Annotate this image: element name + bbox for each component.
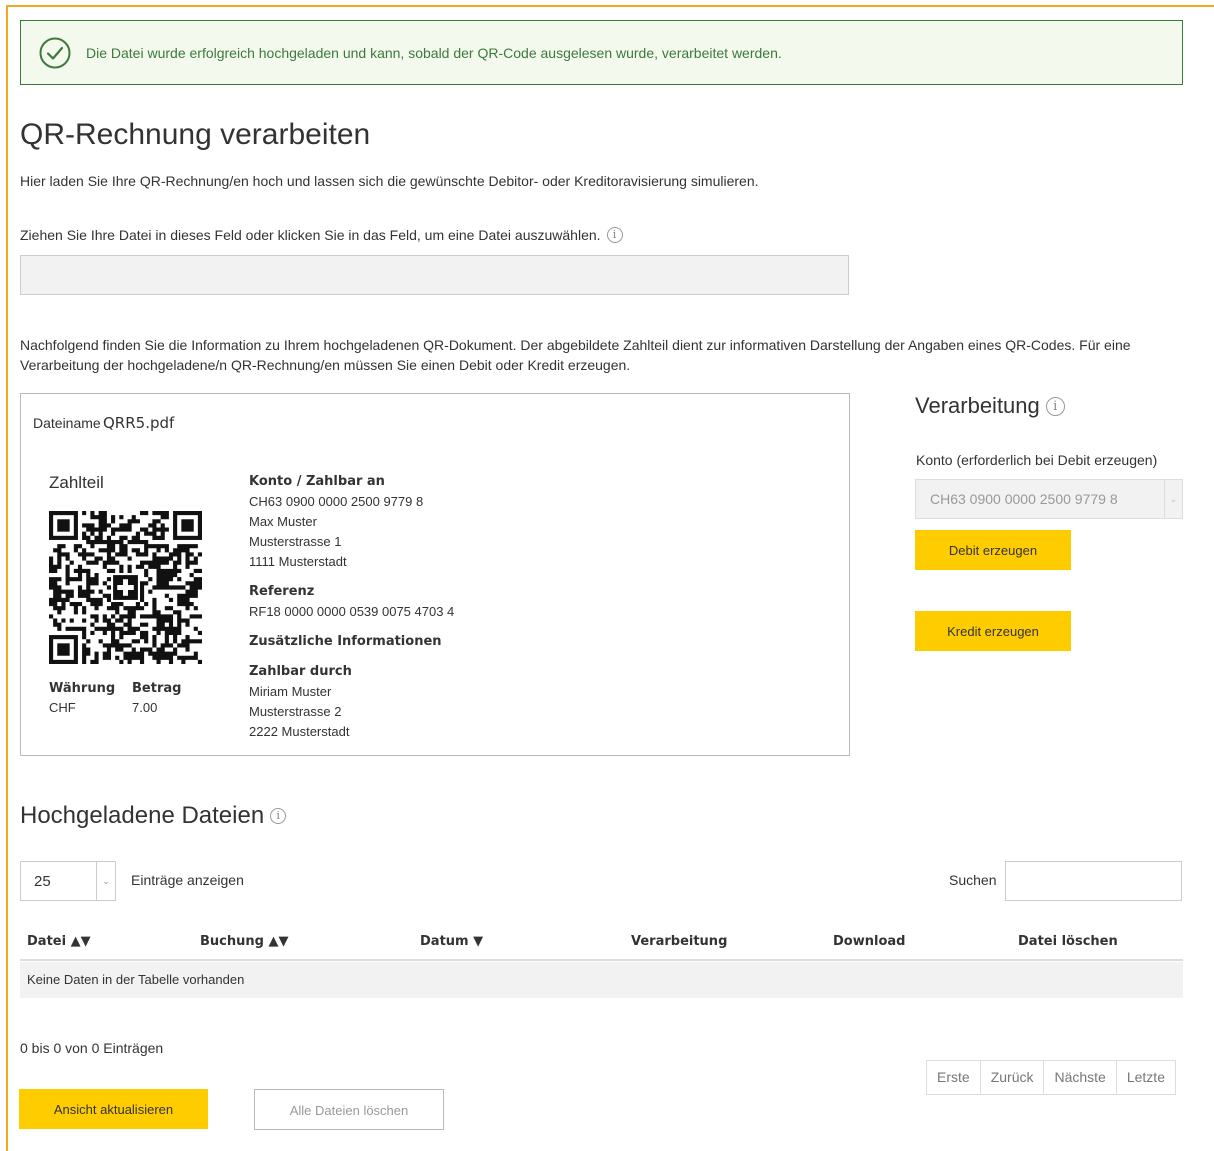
payer-line: Musterstrasse 2 <box>249 704 342 719</box>
qr-code <box>49 511 202 664</box>
alert-message: Die Datei wurde erfolgreich hochgeladen … <box>86 44 782 61</box>
account-heading: Konto / Zahlbar an <box>249 474 385 489</box>
success-alert: Die Datei wurde erfolgreich hochgeladen … <box>20 20 1183 85</box>
page-intro: Hier laden Sie Ihre QR-Rechnung/en hoch … <box>20 173 759 189</box>
delete-all-files-button[interactable]: Alle Dateien löschen <box>254 1089 444 1130</box>
payer-line: 2222 Musterstadt <box>249 724 350 739</box>
reference-heading: Referenz <box>249 584 315 599</box>
dropzone-label: Ziehen Sie Ihre Datei in dieses Feld ode… <box>20 227 623 243</box>
pagination-previous[interactable]: Zurück <box>981 1061 1045 1094</box>
frame-top-border <box>6 5 1214 7</box>
chevron-down-icon: ⌄ <box>1164 480 1182 518</box>
document-description: Nachfolgend finden Sie die Information z… <box>20 337 1131 373</box>
account-select[interactable]: CH63 0900 0000 2500 9779 8 ⌄ <box>915 479 1183 519</box>
processing-title-text: Verarbeitung <box>915 393 1040 418</box>
currency-value: CHF <box>49 700 76 715</box>
page-length-label: Einträge anzeigen <box>131 872 244 888</box>
table-header: Datei ▲▼ Buchung ▲▼ Datum ▼ Verarbeitung… <box>20 925 1183 961</box>
payment-info: Konto / Zahlbar an CH63 0900 0000 2500 9… <box>249 472 454 742</box>
table-empty-row: Keine Daten in der Tabelle vorhanden <box>20 962 1183 998</box>
filename: QRR5.pdf <box>103 414 175 432</box>
credit-button[interactable]: Kredit erzeugen <box>915 611 1071 651</box>
payer-line: Miriam Muster <box>249 684 332 699</box>
pagination-first[interactable]: Erste <box>927 1061 981 1094</box>
payer-heading: Zahlbar durch <box>249 664 352 679</box>
dropzone-label-text: Ziehen Sie Ihre Datei in dieses Feld ode… <box>20 227 601 243</box>
debit-button[interactable]: Debit erzeugen <box>915 530 1071 570</box>
uploaded-files-title-text: Hochgeladene Dateien <box>20 802 265 829</box>
search-label: Suchen <box>949 872 997 888</box>
account-line: CH63 0900 0000 2500 9779 8 <box>249 494 424 509</box>
chevron-down-icon: ⌄ <box>96 862 115 900</box>
column-header-download: Download <box>833 934 906 949</box>
check-circle-icon <box>39 37 71 68</box>
amount-label: Betrag <box>132 681 182 696</box>
info-icon[interactable]: i <box>606 227 623 243</box>
pagination-next[interactable]: Nächste <box>1044 1061 1117 1094</box>
column-header-date[interactable]: Datum ▼ <box>420 934 483 949</box>
additional-info-heading: Zusätzliche Informationen <box>249 634 442 649</box>
column-header-delete: Datei löschen <box>1018 934 1118 949</box>
table-info: 0 bis 0 von 0 Einträgen <box>20 1040 164 1056</box>
frame-left-border <box>6 5 8 1151</box>
page-title: QR-Rechnung verarbeiten <box>20 118 371 151</box>
search-input[interactable] <box>1005 861 1182 901</box>
info-icon[interactable]: i <box>270 808 287 824</box>
zahlteil-heading: Zahlteil <box>49 473 104 492</box>
amount-value: 7.00 <box>132 700 158 715</box>
file-dropzone[interactable] <box>20 255 849 295</box>
account-line: Musterstrasse 1 <box>249 534 342 549</box>
info-icon[interactable]: i <box>1045 396 1065 416</box>
account-select-label: Konto (erforderlich bei Debit erzeugen) <box>916 452 1158 468</box>
currency-label: Währung <box>49 681 116 696</box>
column-header-booking[interactable]: Buchung ▲▼ <box>200 934 288 949</box>
uploaded-files-title: Hochgeladene Dateien i <box>20 802 287 830</box>
account-line: 1111 Musterstadt <box>249 554 347 569</box>
reference-value: RF18 0000 0000 0539 0075 4703 4 <box>249 604 455 619</box>
page-length-value: 25 <box>34 873 51 890</box>
pagination: Erste Zurück Nächste Letzte <box>926 1060 1176 1095</box>
filename-label: Dateiname <box>33 415 101 431</box>
column-header-file[interactable]: Datei ▲▼ <box>27 934 91 949</box>
page-length-select[interactable]: 25 ⌄ <box>20 861 116 901</box>
refresh-view-button[interactable]: Ansicht aktualisieren <box>19 1089 208 1129</box>
document-preview: Dateiname QRR5.pdf Zahlteil Währung Betr… <box>20 393 850 756</box>
processing-title: Verarbeitung i <box>915 393 1065 419</box>
account-line: Max Muster <box>249 514 317 529</box>
account-select-value: CH63 0900 0000 2500 9779 8 <box>930 491 1118 507</box>
column-header-processing: Verarbeitung <box>631 934 728 949</box>
pagination-last[interactable]: Letzte <box>1117 1061 1175 1094</box>
